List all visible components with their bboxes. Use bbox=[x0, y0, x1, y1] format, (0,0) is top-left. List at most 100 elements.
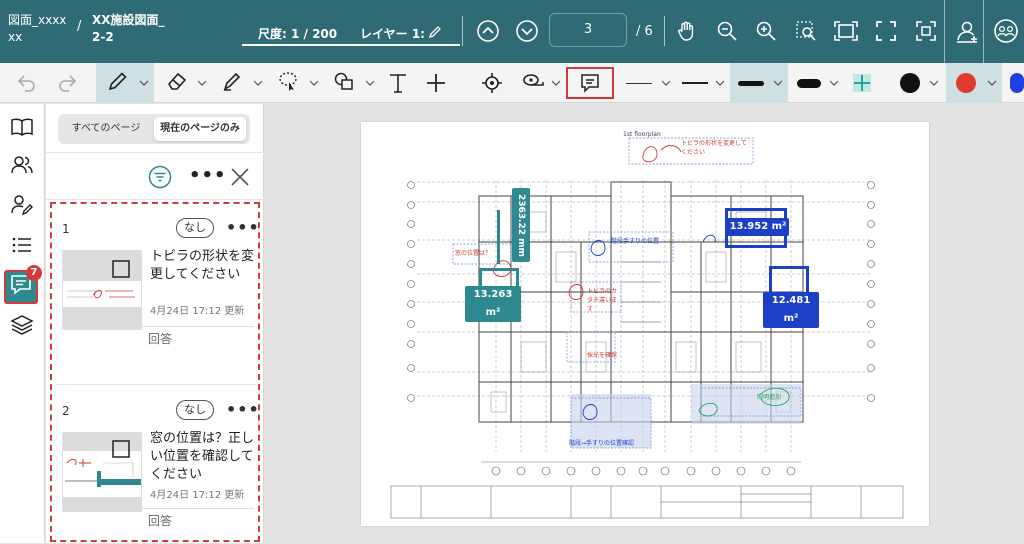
screen-capture-icon[interactable] bbox=[913, 18, 939, 44]
fit-width-icon[interactable] bbox=[833, 18, 859, 44]
comment-number: 1 bbox=[62, 222, 70, 236]
users-group-icon[interactable] bbox=[993, 18, 1019, 44]
reply-link[interactable]: 回答 bbox=[148, 512, 172, 529]
comment-title: トビラの形状を変更してください bbox=[150, 249, 255, 282]
line-heavy-option[interactable] bbox=[790, 63, 842, 103]
line-thin-option[interactable] bbox=[620, 63, 674, 103]
chevron-down-icon bbox=[310, 80, 318, 86]
annotation-note[interactable]: トビラの形状を変更してください bbox=[681, 138, 747, 156]
shapes-tool[interactable] bbox=[324, 63, 378, 103]
next-page-icon[interactable] bbox=[514, 18, 540, 44]
line-thick-option[interactable] bbox=[730, 63, 788, 103]
divider bbox=[462, 16, 463, 46]
card-more-icon[interactable]: ••• bbox=[226, 218, 260, 237]
layer-edit-icon[interactable] bbox=[428, 24, 442, 43]
comment-date: 4月24日 17:12 更新 bbox=[150, 306, 245, 317]
annotation-note[interactable]: 照明追加 bbox=[757, 392, 781, 401]
close-icon[interactable] bbox=[228, 165, 252, 193]
measure-tape-icon bbox=[522, 70, 544, 96]
drawing-sheet[interactable]: 1st floorplan トビラの形状を変更してください 窓の位置は？ 階段手… bbox=[361, 122, 929, 526]
hand-pan-icon[interactable] bbox=[674, 18, 700, 44]
chevron-down-icon bbox=[140, 80, 148, 86]
layer-label[interactable]: レイヤー 1: bbox=[360, 25, 425, 42]
plus-icon[interactable] bbox=[420, 63, 452, 103]
comment-thumbnail[interactable] bbox=[62, 432, 142, 512]
lasso-tool[interactable] bbox=[268, 63, 322, 103]
crosshair-color-icon[interactable] bbox=[846, 63, 878, 103]
thin-line-icon bbox=[626, 82, 652, 84]
status-chip[interactable]: なし bbox=[176, 400, 214, 420]
list-icon[interactable] bbox=[7, 230, 37, 260]
chevron-down-icon bbox=[254, 80, 262, 86]
divider bbox=[944, 0, 945, 63]
zoom-out-icon[interactable] bbox=[714, 18, 740, 44]
color-blue-swatch[interactable] bbox=[1004, 63, 1024, 103]
annotation-note[interactable]: トビラのカタチ違います bbox=[587, 286, 621, 313]
add-user-icon[interactable] bbox=[954, 18, 980, 44]
comment-icon[interactable] bbox=[572, 63, 608, 103]
chevron-down-icon bbox=[830, 80, 838, 86]
highlighter-tool[interactable] bbox=[212, 63, 266, 103]
drawing-canvas[interactable]: 1st floorplan トビラの形状を変更してください 窓の位置は？ 階段手… bbox=[265, 104, 1024, 543]
annotation-note[interactable]: 階段→手すりの位置確認 bbox=[569, 438, 634, 447]
color-red-swatch[interactable] bbox=[946, 63, 1002, 103]
comment-title: 窓の位置は？正しい位置を確認してください bbox=[150, 431, 255, 482]
blue-swatch-icon bbox=[1010, 73, 1024, 93]
divider bbox=[142, 326, 254, 327]
pencil-tool[interactable] bbox=[96, 63, 154, 103]
tab-current-page[interactable]: 現在のページのみ bbox=[154, 117, 246, 141]
target-icon[interactable] bbox=[476, 63, 508, 103]
status-chip[interactable]: なし bbox=[176, 218, 214, 238]
annotation-note[interactable]: 窓の位置は？ bbox=[455, 248, 491, 257]
measurement-label[interactable]: 12.481 m² bbox=[763, 292, 819, 328]
comments-panel: すべてのページ 現在のページのみ ••• 1 なし ••• トビラの形状を変更し… bbox=[46, 104, 264, 543]
comment-card[interactable]: 2 なし ••• 窓の位置は？正しい位置を確認してください 4月24日 17:1… bbox=[58, 400, 259, 544]
panel-toolbar: ••• bbox=[46, 152, 264, 200]
comment-card[interactable]: 1 なし ••• トビラの形状を変更してください 4月24日 17:12 更新 … bbox=[58, 218, 259, 382]
chevron-down-icon bbox=[366, 80, 374, 86]
redo-icon[interactable] bbox=[50, 63, 84, 103]
chevron-down-icon bbox=[774, 80, 782, 86]
filter-icon[interactable] bbox=[148, 165, 172, 193]
eraser-icon bbox=[166, 70, 188, 96]
color-black-swatch[interactable] bbox=[892, 63, 942, 103]
scale-label[interactable]: 尺度: 1 / 200 bbox=[258, 25, 337, 42]
book-icon[interactable] bbox=[7, 112, 37, 142]
chevron-down-icon bbox=[662, 80, 670, 86]
prev-page-icon[interactable] bbox=[475, 18, 501, 44]
card-more-icon[interactable]: ••• bbox=[226, 400, 260, 419]
annotation-note[interactable]: 採光を確保 bbox=[587, 350, 617, 359]
comment-thumbnail[interactable] bbox=[62, 250, 142, 330]
reply-link[interactable]: 回答 bbox=[148, 330, 172, 347]
medium-line-icon bbox=[682, 82, 708, 84]
measurement-label[interactable]: 13.952 m² bbox=[727, 218, 789, 236]
zoom-in-icon[interactable] bbox=[753, 18, 779, 44]
text-icon[interactable] bbox=[382, 63, 414, 103]
breadcrumb-drawing[interactable]: 図面_xxxx xx bbox=[8, 12, 74, 46]
users-icon[interactable] bbox=[7, 150, 37, 180]
plan-title: 1st floorplan bbox=[623, 131, 661, 138]
layers-icon[interactable] bbox=[7, 310, 37, 340]
measurement-label[interactable]: 13.263 m² bbox=[465, 286, 521, 322]
breadcrumb-document[interactable]: XX施設図面_ 2-2 bbox=[92, 12, 178, 46]
fullscreen-icon[interactable] bbox=[873, 18, 899, 44]
line-medium-option[interactable] bbox=[676, 63, 728, 103]
more-options-icon[interactable]: ••• bbox=[189, 165, 227, 186]
black-swatch-icon bbox=[900, 73, 920, 93]
comments-panel-button[interactable]: 7 bbox=[4, 265, 42, 304]
thick-line-icon bbox=[738, 80, 764, 86]
measure-distance-line bbox=[497, 210, 500, 264]
tab-all-pages[interactable]: すべてのページ bbox=[62, 117, 150, 141]
user-edit-icon[interactable] bbox=[7, 190, 37, 220]
pencil-icon bbox=[107, 70, 129, 96]
eraser-tool[interactable] bbox=[158, 63, 210, 103]
undo-icon[interactable] bbox=[10, 63, 44, 103]
annotation-toolbar bbox=[0, 63, 1024, 103]
measurement-label[interactable]: 2363.22 mm bbox=[512, 188, 530, 262]
zoom-area-icon[interactable] bbox=[793, 18, 819, 44]
page-number-input[interactable]: 3 bbox=[549, 13, 627, 47]
chevron-down-icon bbox=[930, 80, 938, 86]
measure-tool[interactable] bbox=[516, 63, 562, 103]
annotation-note[interactable]: 階段手すりの位置 bbox=[611, 236, 669, 245]
comment-list: 1 なし ••• トビラの形状を変更してください 4月24日 17:12 更新 … bbox=[50, 202, 260, 542]
